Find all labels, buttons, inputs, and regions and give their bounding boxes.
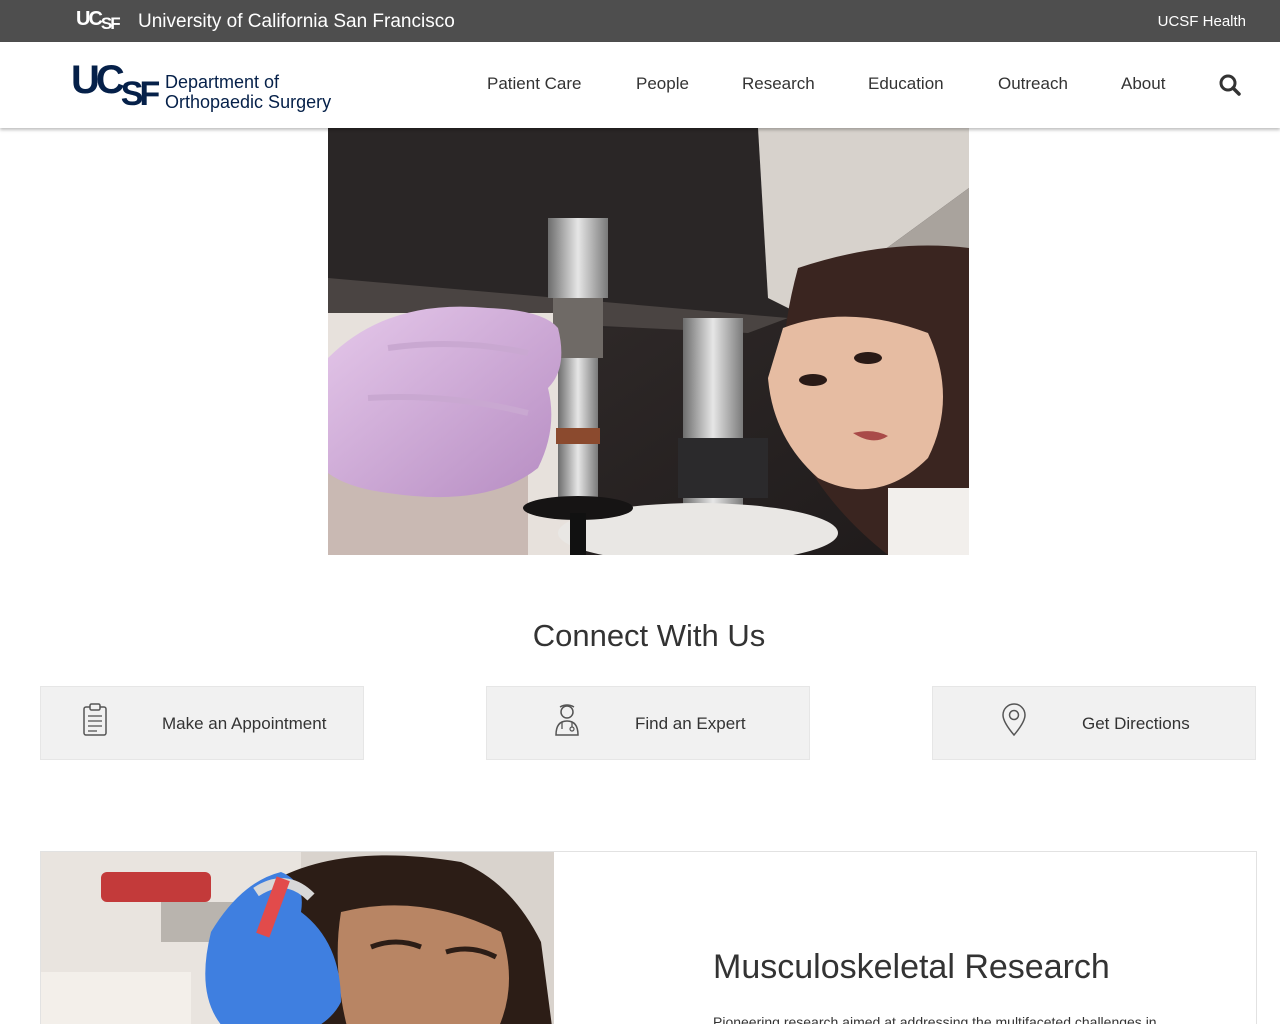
nav-about[interactable]: About	[1121, 74, 1165, 94]
research-title[interactable]: Musculoskeletal Research	[713, 948, 1110, 987]
ucsf-logo-mark: UCSF	[71, 58, 160, 113]
get-directions-button[interactable]: Get Directions	[932, 686, 1256, 760]
hero-image	[328, 128, 969, 555]
search-icon[interactable]	[1218, 73, 1242, 97]
get-directions-label: Get Directions	[1082, 714, 1190, 733]
university-name[interactable]: University of California San Francisco	[138, 11, 455, 33]
ucsf-health-link[interactable]: UCSF Health	[1158, 13, 1246, 30]
nav-people[interactable]: People	[636, 74, 689, 94]
make-appointment-button[interactable]: Make an Appointment	[40, 686, 364, 760]
doctor-icon	[553, 703, 581, 737]
ucsf-small-logo[interactable]: UCSF	[76, 8, 121, 33]
nav-outreach[interactable]: Outreach	[998, 74, 1068, 94]
connect-heading: Connect With Us	[532, 618, 766, 653]
nav-education[interactable]: Education	[868, 74, 944, 94]
find-expert-button[interactable]: Find an Expert	[486, 686, 810, 760]
clipboard-icon	[81, 703, 109, 737]
research-description: Pioneering research aimed at addressing …	[713, 1014, 1157, 1024]
department-logo[interactable]: UCSF Department of Orthopaedic Surgery	[71, 58, 341, 113]
make-appointment-label: Make an Appointment	[162, 714, 327, 733]
department-name-line1: Department of	[165, 72, 280, 92]
utility-bar: UCSF University of California San Franci…	[0, 0, 1280, 42]
map-pin-icon	[1000, 703, 1028, 737]
find-expert-label: Find an Expert	[635, 714, 746, 733]
research-photo	[41, 852, 554, 1024]
research-feature: Musculoskeletal Research Pioneering rese…	[40, 851, 1257, 1024]
nav-patient-care[interactable]: Patient Care	[487, 74, 582, 94]
site-header: UCSF Department of Orthopaedic Surgery P…	[0, 42, 1280, 128]
nav-research[interactable]: Research	[742, 74, 815, 94]
department-name-line2: Orthopaedic Surgery	[165, 92, 332, 112]
